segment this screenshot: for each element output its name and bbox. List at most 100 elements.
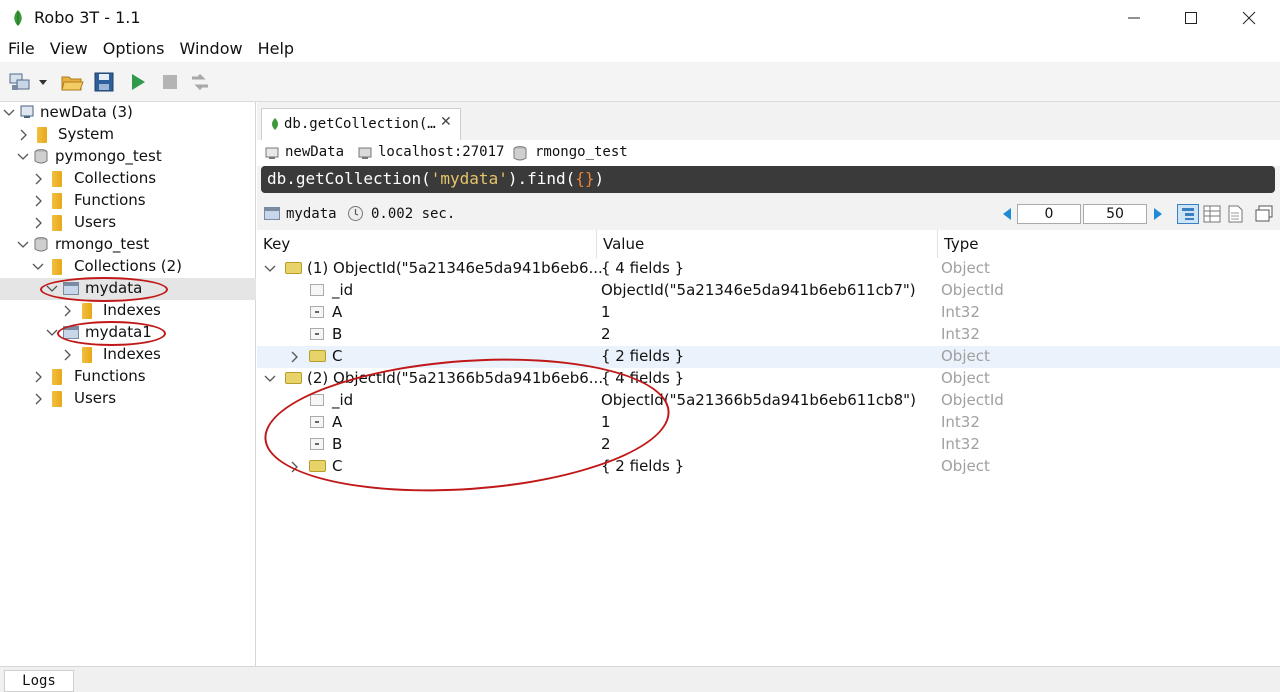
- column-header-type[interactable]: Type: [938, 230, 1280, 258]
- menu-options[interactable]: Options: [103, 36, 165, 62]
- page-size-input[interactable]: 50: [1083, 204, 1147, 224]
- table-row[interactable]: A 1 Int32: [257, 302, 1280, 324]
- row-type: Int32: [941, 303, 980, 321]
- toolbar: [0, 62, 1280, 102]
- tree-item-collection-mydata[interactable]: mydata: [0, 278, 256, 300]
- chevron-down-icon[interactable]: [31, 260, 45, 274]
- minimize-button[interactable]: [1105, 0, 1163, 36]
- chevron-right-icon[interactable]: [31, 392, 45, 406]
- table-row[interactable]: (2) ObjectId("5a21366b5da941b6eb6... { 4…: [257, 368, 1280, 390]
- number-field-icon: [310, 416, 324, 428]
- chevron-right-icon[interactable]: [287, 350, 301, 364]
- table-row[interactable]: B 2 Int32: [257, 434, 1280, 456]
- tree-item-functions[interactable]: Functions: [0, 366, 256, 388]
- tree-item-functions[interactable]: Functions: [0, 190, 256, 212]
- maximize-results-icon[interactable]: [1255, 205, 1273, 223]
- table-row[interactable]: A 1 Int32: [257, 412, 1280, 434]
- menu-file[interactable]: File: [8, 36, 35, 62]
- tree-item-db-rmongo[interactable]: rmongo_test: [0, 234, 256, 256]
- database-icon: [513, 146, 527, 161]
- save-icon[interactable]: [92, 70, 116, 94]
- tree-item-users[interactable]: Users: [0, 212, 256, 234]
- chevron-right-icon[interactable]: [31, 216, 45, 230]
- row-value: 2: [601, 325, 611, 343]
- object-icon: [285, 372, 302, 384]
- robo3t-leaf-icon: [14, 10, 22, 26]
- database-icon: [34, 149, 48, 164]
- column-header-value[interactable]: Value: [597, 230, 938, 258]
- folder-icon: [82, 347, 92, 363]
- server-icon: [20, 105, 34, 118]
- chevron-down-icon[interactable]: [2, 106, 16, 120]
- tree-item-db-pymongo[interactable]: pymongo_test: [0, 146, 256, 168]
- tab-query[interactable]: db.getCollection(… ✕: [261, 108, 461, 140]
- collection-icon: [264, 207, 280, 220]
- row-value: 1: [601, 303, 611, 321]
- row-key: _id: [332, 391, 354, 409]
- tree-item-collections[interactable]: Collections: [0, 168, 256, 190]
- stop-icon[interactable]: [158, 70, 182, 94]
- chevron-right-icon[interactable]: [31, 370, 45, 384]
- tree-label-users: Users: [74, 213, 117, 231]
- chevron-right-icon[interactable]: [31, 172, 45, 186]
- chevron-right-icon[interactable]: [16, 128, 30, 142]
- page-next-icon[interactable]: [1152, 207, 1164, 221]
- object-icon: [309, 350, 326, 362]
- table-row[interactable]: _id ObjectId("5a21366b5da941b6eb611cb8")…: [257, 390, 1280, 412]
- tree-view-icon[interactable]: [1177, 204, 1199, 224]
- breadcrumb: newData localhost:27017 rmongo_test: [257, 140, 1280, 166]
- tab-close-icon[interactable]: ✕: [440, 114, 452, 130]
- row-type: Int32: [941, 325, 980, 343]
- tree-item-collection-mydata1[interactable]: mydata1: [0, 322, 256, 344]
- chevron-right-icon[interactable]: [31, 194, 45, 208]
- row-type: ObjectId: [941, 391, 1004, 409]
- table-row[interactable]: B 2 Int32: [257, 324, 1280, 346]
- chevron-right-icon[interactable]: [60, 348, 74, 362]
- connect-icon[interactable]: [8, 70, 32, 94]
- row-value: ObjectId("5a21346e5da941b6eb611cb7"): [601, 281, 916, 299]
- chevron-right-icon[interactable]: [287, 460, 301, 474]
- tree-item-system[interactable]: System: [0, 124, 256, 146]
- table-row[interactable]: (1) ObjectId("5a21346e5da941b6eb6... { 4…: [257, 258, 1280, 280]
- tree-item-indexes[interactable]: Indexes: [0, 344, 256, 366]
- chevron-down-icon[interactable]: [16, 150, 30, 164]
- open-folder-icon[interactable]: [60, 70, 84, 94]
- chevron-down-icon[interactable]: [263, 372, 277, 386]
- table-view-icon[interactable]: [1203, 205, 1221, 223]
- chevron-down-icon[interactable]: [263, 262, 277, 276]
- menu-help[interactable]: Help: [258, 36, 294, 62]
- table-row[interactable]: _id ObjectId("5a21346e5da941b6eb611cb7")…: [257, 280, 1280, 302]
- chevron-down-icon[interactable]: [45, 326, 59, 340]
- row-type: Object: [941, 457, 990, 475]
- table-row[interactable]: C { 2 fields } Object: [257, 456, 1280, 478]
- connect-dropdown-icon[interactable]: [36, 70, 50, 94]
- folder-icon: [82, 303, 92, 319]
- page-prev-icon[interactable]: [1001, 207, 1013, 221]
- tree-label-db-pymongo: pymongo_test: [55, 147, 162, 165]
- page-start-input[interactable]: 0: [1017, 204, 1081, 224]
- menu-window[interactable]: Window: [179, 36, 242, 62]
- table-row[interactable]: C { 2 fields } Object: [257, 346, 1280, 368]
- text-view-icon[interactable]: [1227, 205, 1243, 223]
- tree-item-collections[interactable]: Collections (2): [0, 256, 256, 278]
- menu-bar: File View Options Window Help: [0, 36, 1280, 62]
- maximize-button[interactable]: [1162, 0, 1220, 36]
- number-field-icon: [310, 438, 324, 450]
- execute-icon[interactable]: [126, 70, 150, 94]
- menu-view[interactable]: View: [50, 36, 88, 62]
- breadcrumb-database: rmongo_test: [535, 144, 628, 160]
- row-value: { 2 fields }: [601, 457, 685, 475]
- chevron-down-icon[interactable]: [16, 238, 30, 252]
- tree-item-indexes[interactable]: Indexes: [0, 300, 256, 322]
- maximize-icon: [1185, 12, 1197, 24]
- query-editor[interactable]: db.getCollection('mydata').find({}): [261, 166, 1275, 193]
- tree-item-users[interactable]: Users: [0, 388, 256, 410]
- logs-tab[interactable]: Logs: [4, 670, 74, 692]
- orientation-icon[interactable]: [188, 70, 212, 94]
- chevron-down-icon[interactable]: [45, 282, 59, 296]
- chevron-right-icon[interactable]: [60, 304, 74, 318]
- tree-item-connection[interactable]: newData (3): [0, 102, 256, 124]
- close-button[interactable]: [1220, 0, 1278, 36]
- column-header-key[interactable]: Key: [257, 230, 597, 258]
- row-type: Int32: [941, 413, 980, 431]
